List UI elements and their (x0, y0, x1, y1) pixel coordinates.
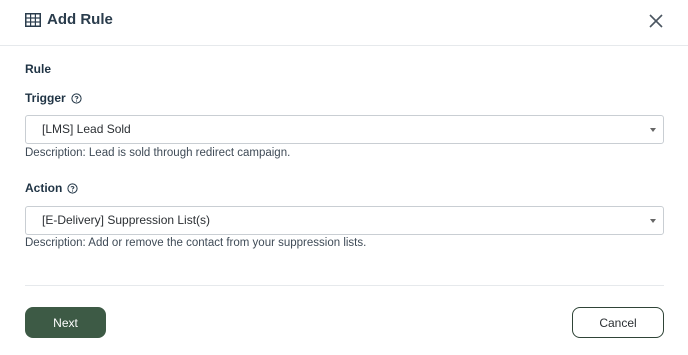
add-rule-modal: Add Rule Rule Trigger [LMS] Lead Sold De… (0, 0, 688, 355)
table-icon (25, 13, 41, 27)
chevron-down-icon (650, 219, 656, 223)
trigger-description: Description: Lead is sold through redire… (25, 147, 291, 159)
trigger-label-text: Trigger (25, 91, 66, 105)
close-icon[interactable] (646, 11, 666, 31)
modal-header: Add Rule (0, 0, 688, 46)
trigger-select[interactable]: [LMS] Lead Sold (25, 115, 664, 144)
modal-title: Add Rule (47, 11, 113, 28)
action-select[interactable]: [E-Delivery] Suppression List(s) (25, 206, 664, 235)
action-description: Description: Add or remove the contact f… (25, 237, 367, 249)
help-circle-icon[interactable] (67, 182, 78, 194)
help-circle-icon[interactable] (71, 92, 82, 104)
trigger-label: Trigger (25, 91, 82, 105)
section-label-rule: Rule (25, 62, 52, 76)
next-button[interactable]: Next (25, 307, 106, 338)
chevron-down-icon (650, 128, 656, 132)
cancel-button[interactable]: Cancel (572, 307, 664, 338)
footer-divider (25, 285, 664, 286)
action-label: Action (25, 181, 78, 195)
action-label-text: Action (25, 181, 63, 195)
action-select-value: [E-Delivery] Suppression List(s) (42, 213, 211, 227)
trigger-select-value: [LMS] Lead Sold (42, 122, 131, 136)
